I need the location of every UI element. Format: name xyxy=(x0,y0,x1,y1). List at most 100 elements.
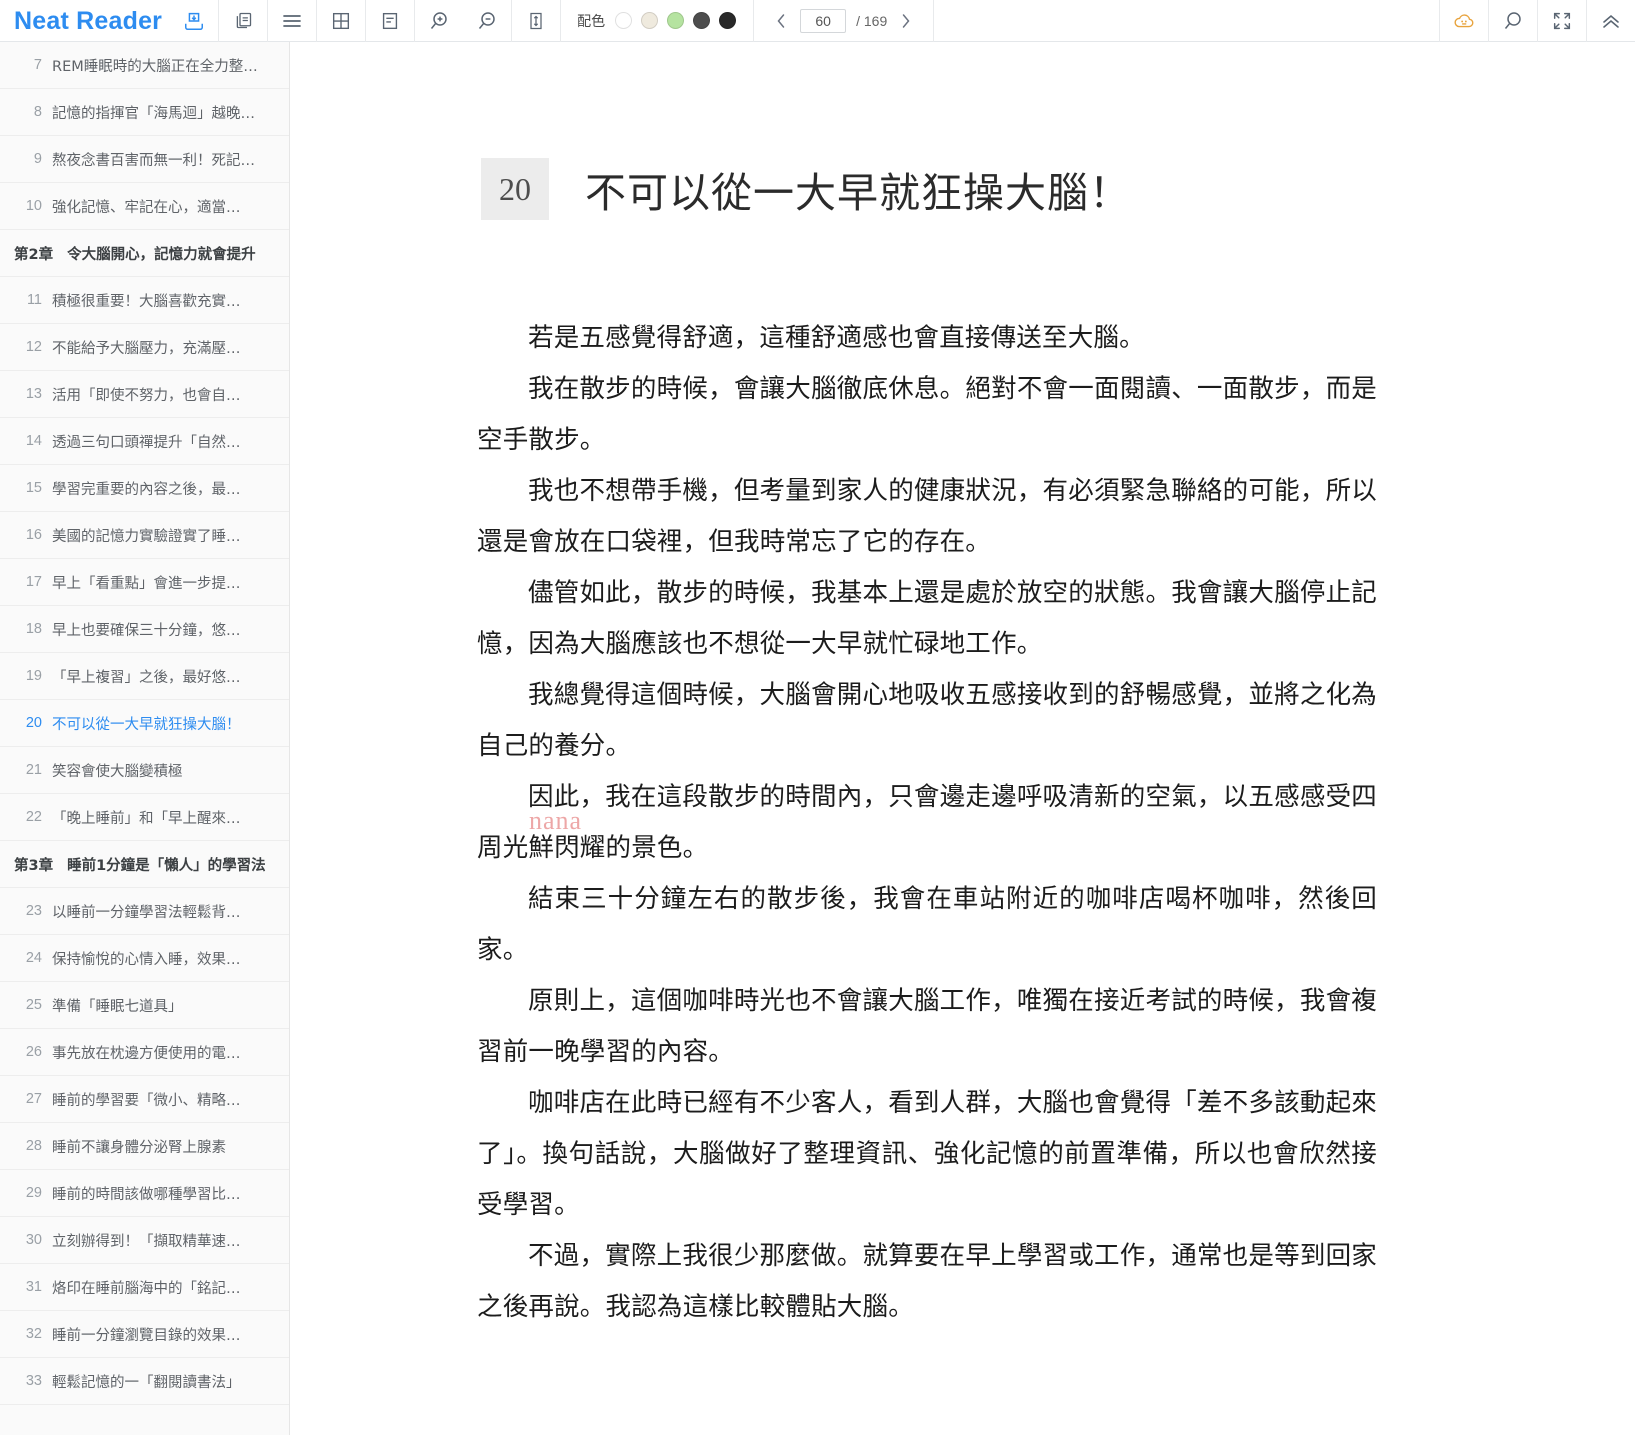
table-of-contents-sidebar[interactable]: 7 REM睡眠時的大腦正在全力整… 8 記憶的指揮官「海馬迴」越晚… 9 熬夜念書百害而無… xyxy=(0,42,290,1435)
section-number-badge: 20 xyxy=(481,158,549,220)
toc-item-15[interactable]: 15 學習完重要的內容之後，最… xyxy=(0,465,289,512)
toc-item-30[interactable]: 30 立刻辦得到！「擷取精華速… xyxy=(0,1217,289,1264)
reader-pane[interactable]: 20 不可以從一大早就狂操大腦！ 若是五感覺得舒適，這種舒適感也會直接傳送至大腦… xyxy=(291,42,1635,1435)
toc-item-31[interactable]: 31 烙印在睡前腦海中的「銘記… xyxy=(0,1264,289,1311)
collapse-toolbar-icon[interactable] xyxy=(1587,0,1635,42)
toc-item-label: 事先放在枕邊方便使用的電… xyxy=(52,1045,241,1062)
theme-swatch-white[interactable] xyxy=(615,12,633,29)
toc-item-label: 準備「睡眠七道具」 xyxy=(52,998,183,1015)
section-title: 不可以從一大早就狂操大腦！ xyxy=(585,169,1131,217)
app-brand: Neat Reader xyxy=(14,6,163,35)
toc-item-21[interactable]: 21 笑容會使大腦變積極 xyxy=(0,747,289,794)
toc-item-number: 22 xyxy=(25,809,42,825)
toc-item-13[interactable]: 13 活用「即使不努力，也會自… xyxy=(0,371,289,418)
color-theme-label: 配色 xyxy=(577,13,606,30)
toc-item-14[interactable]: 14 透過三句口頭禪提升「自然… xyxy=(0,418,289,465)
zoom-out-icon[interactable] xyxy=(463,0,511,42)
theme-swatch-black[interactable] xyxy=(719,12,737,29)
total-pages-label: / 169 xyxy=(856,12,888,29)
toc-item-10[interactable]: 10 強化記憶、牢記在心，適當… xyxy=(0,183,289,230)
toc-item-label: 記憶的指揮官「海馬迴」越晚… xyxy=(52,105,255,122)
book-page: 20 不可以從一大早就狂操大腦！ 若是五感覺得舒適，這種舒適感也會直接傳送至大腦… xyxy=(291,158,1635,1333)
toc-item-number: 27 xyxy=(25,1091,42,1107)
toc-item-28[interactable]: 28 睡前不讓身體分泌腎上腺素 xyxy=(0,1123,289,1170)
toc-item-number: 18 xyxy=(25,621,42,637)
toc-item-25[interactable]: 25 準備「睡眠七道具」 xyxy=(0,982,289,1029)
toc-item-label: 「早上複習」之後，最好悠… xyxy=(52,669,241,686)
body-paragraph: 若是五感覺得舒適，這種舒適感也會直接傳送至大腦。 xyxy=(528,323,1145,353)
toc-list: 7 REM睡眠時的大腦正在全力整… 8 記憶的指揮官「海馬迴」越晚… 9 熬夜念書百害而無… xyxy=(0,42,289,1405)
toc-item-23[interactable]: 23 以睡前一分鐘學習法輕鬆背… xyxy=(0,888,289,935)
note-icon[interactable] xyxy=(366,0,414,42)
toc-item-label: 透過三句口頭禪提升「自然… xyxy=(52,434,241,451)
toc-item-29[interactable]: 29 睡前的時間該做哪種學習比… xyxy=(0,1170,289,1217)
toc-item-11[interactable]: 11 積極很重要！大腦喜歡充實… xyxy=(0,277,289,324)
toc-item-20[interactable]: 20 不可以從一大早就狂操大腦！ xyxy=(0,700,289,747)
toc-item-label: 強化記憶、牢記在心，適當… xyxy=(52,199,241,216)
toc-chapter-number: 第3章 xyxy=(14,857,54,874)
toc-item-label: REM睡眠時的大腦正在全力整… xyxy=(52,58,258,75)
app-toolbar: Neat Reader 配色 60 / 169 xyxy=(0,0,1635,42)
toc-item-number: 24 xyxy=(25,950,42,966)
toc-item-label: 「晚上睡前」和「早上醒來… xyxy=(52,810,241,827)
body-paragraph: 我總覺得這個時候，大腦會開心地吸收五感接收到的舒暢感覺，並將之化為自己的養分。 xyxy=(477,680,1377,761)
toc-item-19[interactable]: 19 「早上複習」之後，最好悠… xyxy=(0,653,289,700)
toc-item-16[interactable]: 16 美國的記憶力實驗證實了睡… xyxy=(0,512,289,559)
theme-swatch-green[interactable] xyxy=(667,12,685,29)
toc-item-number: 26 xyxy=(25,1044,42,1060)
toc-item-26[interactable]: 26 事先放在枕邊方便使用的電… xyxy=(0,1029,289,1076)
toc-item-number: 25 xyxy=(25,997,42,1013)
toc-item-label: 輕鬆記憶的一「翻閱讀書法」 xyxy=(52,1374,241,1391)
toc-item-8[interactable]: 8 記憶的指揮官「海馬迴」越晚… xyxy=(0,89,289,136)
grid-layout-icon[interactable] xyxy=(317,0,365,42)
theme-swatch-cream[interactable] xyxy=(641,12,659,29)
toc-item-number: 20 xyxy=(25,715,42,731)
toc-item-label: 不可以從一大早就狂操大腦！ xyxy=(52,716,241,733)
toc-item-number: 28 xyxy=(25,1138,42,1154)
toc-item-label: 以睡前一分鐘學習法輕鬆背… xyxy=(52,904,241,921)
toc-item-32[interactable]: 32 睡前一分鐘瀏覽目錄的效果… xyxy=(0,1311,289,1358)
menu-icon[interactable] xyxy=(268,0,316,42)
next-page-icon[interactable] xyxy=(893,6,919,36)
toc-item-label: 立刻辦得到！「擷取精華速… xyxy=(52,1233,241,1250)
toc-chapter-number: 第2章 xyxy=(14,246,54,263)
toc-item-number: 31 xyxy=(25,1279,42,1295)
toc-item-label: 熬夜念書百害而無一利！死記… xyxy=(52,152,255,169)
toc-item-22[interactable]: 22 「晚上睡前」和「早上醒來… xyxy=(0,794,289,841)
cloud-sync-icon[interactable] xyxy=(1440,0,1488,42)
color-theme-group: 配色 xyxy=(561,0,745,42)
zoom-in-icon[interactable] xyxy=(415,0,463,42)
toc-item-27[interactable]: 27 睡前的學習要「微小、精略… xyxy=(0,1076,289,1123)
toc-item-label: 睡前的學習要「微小、精略… xyxy=(52,1092,241,1109)
toc-item-9[interactable]: 9 熬夜念書百害而無一利！死記… xyxy=(0,136,289,183)
toc-item-18[interactable]: 18 早上也要確保三十分鐘，悠… xyxy=(0,606,289,653)
line-height-icon[interactable] xyxy=(512,0,560,42)
toc-item-number: 9 xyxy=(33,151,42,167)
toc-item-number: 19 xyxy=(25,668,42,684)
toc-item-24[interactable]: 24 保持愉悅的心情入睡，效果… xyxy=(0,935,289,982)
theme-swatch-dark-gray[interactable] xyxy=(693,12,711,29)
toc-item-number: 13 xyxy=(25,386,42,402)
toc-item-33[interactable]: 33 輕鬆記憶的一「翻閱讀書法」 xyxy=(0,1358,289,1405)
toc-item-number: 23 xyxy=(25,903,42,919)
copy-icon[interactable] xyxy=(219,0,267,42)
toc-item-number: 21 xyxy=(25,762,42,778)
toc-item-12[interactable]: 12 不能給予大腦壓力，充滿壓… xyxy=(0,324,289,371)
search-icon[interactable] xyxy=(1489,0,1537,42)
toc-item-17[interactable]: 17 早上「看重點」會進一步提… xyxy=(0,559,289,606)
body-paragraph: 結束三十分鐘左右的散步後，我會在車站附近的咖啡店喝杯咖啡，然後回家。 xyxy=(477,884,1377,965)
toc-item-number: 7 xyxy=(33,57,42,73)
page-number-input[interactable] xyxy=(800,8,847,33)
fullscreen-icon[interactable] xyxy=(1538,0,1586,42)
toc-item-number: 11 xyxy=(26,292,42,308)
body-paragraph: 我也不想帶手機，但考量到家人的健康狀況，有必須緊急聯絡的可能，所以還是會放在口袋… xyxy=(477,476,1377,557)
prev-page-icon[interactable] xyxy=(768,6,794,36)
save-to-bookshelf-icon[interactable] xyxy=(170,0,218,42)
body-paragraph: 儘管如此，散步的時候，我基本上還是處於放空的狀態。我會讓大腦停止記憶，因為大腦應… xyxy=(477,578,1377,659)
toc-chapter-第3章[interactable]: 第3章 睡前1分鐘是「懶人」的學習法 xyxy=(0,841,289,888)
toc-chapter-第2章[interactable]: 第2章 令大腦開心，記憶力就會提升 xyxy=(0,230,289,277)
body-text: 若是五感覺得舒適，這種舒適感也會直接傳送至大腦。 我在散步的時候，會讓大腦徹底休息… xyxy=(477,313,1377,1333)
toc-item-number: 30 xyxy=(25,1232,42,1248)
toc-item-7[interactable]: 7 REM睡眠時的大腦正在全力整… xyxy=(0,42,289,89)
toc-item-label: 笑容會使大腦變積極 xyxy=(52,763,183,780)
